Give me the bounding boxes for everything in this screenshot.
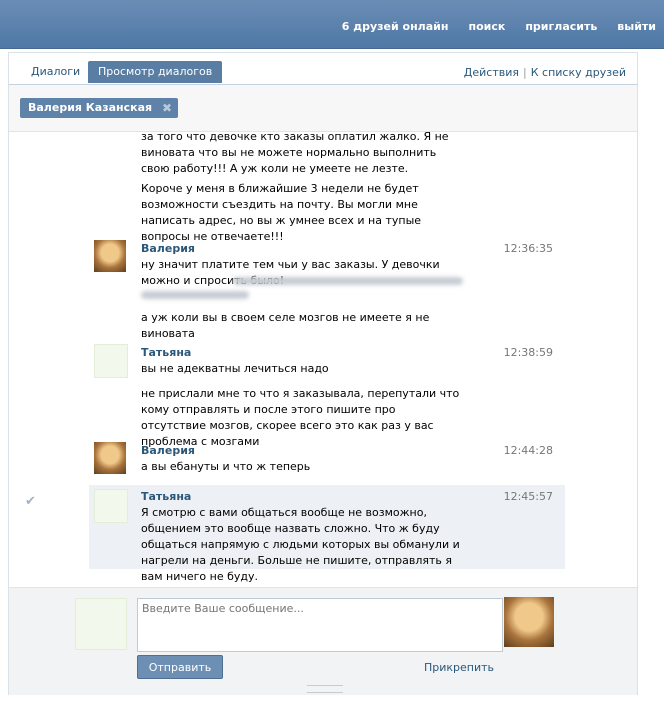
message-text: за того что девочке кто заказы оплатил ж… [141,132,449,175]
tab-dialogs[interactable]: Диалоги [21,61,90,83]
message-text: Короче у меня в ближайшие 3 недели не бу… [141,182,422,243]
message-input[interactable] [137,598,503,652]
participant-chip[interactable]: Валерия Казанская ✖ [20,98,179,118]
my-avatar[interactable] [75,598,127,650]
actions-link[interactable]: Действия [464,66,519,79]
resize-handle[interactable] [307,685,343,693]
message-history: за того что девочке кто заказы оплатил ж… [9,132,637,587]
participants-bar: Валерия Казанская ✖ [9,85,637,132]
message-time: 12:36:35 [503,242,553,255]
message-item-selected[interactable]: Татьяна 12:45:57 Я смотрю с вами общатьс… [89,485,565,583]
friends-list-link[interactable]: К списку друзей [531,66,626,79]
participant-name: Валерия Казанская [28,101,153,114]
composer: Отправить Прикрепить [9,587,637,695]
message-time: 12:38:59 [503,346,553,359]
message-text: вы не адекватны лечиться надо [141,362,329,375]
avatar-artwork [76,599,126,602]
message-text: не прислали мне то что я заказывала, пер… [141,387,460,448]
message-item: Валерия 12:44:28 а вы ебануты и что ж те… [89,442,565,489]
avatar[interactable] [94,240,126,272]
tab-view-dialogs[interactable]: Просмотр диалогов [88,61,223,83]
top-navigation: 6 друзей онлайн поиск пригласить выйти [342,20,656,33]
message-text: Я смотрю с вами общаться вообще не возмо… [141,506,460,583]
dialog-panel: Диалоги Просмотр диалогов Действия | К спи… [8,52,638,695]
redacted-text [233,277,463,285]
search-link[interactable]: поиск [468,20,505,33]
sender-name[interactable]: Валерия [141,242,195,255]
recipient-avatar[interactable] [504,597,554,647]
avatar-artwork [95,490,127,493]
sender-name[interactable]: Татьяна [141,490,191,503]
message-text: а вы ебануты и что ж теперь [141,460,311,473]
sender-name[interactable]: Валерия [141,444,195,457]
message-text: а уж коли вы в своем селе мозгов не имее… [141,311,430,340]
invite-link[interactable]: пригласить [525,20,597,33]
close-icon[interactable]: ✖ [162,98,172,118]
send-button[interactable]: Отправить [137,655,223,679]
avatar-artwork [95,345,127,348]
message-item: Валерия 12:36:35 ну значит платите тем ч… [89,240,565,340]
message-item: Татьяна 12:38:59 вы не адекватны лечитьс… [89,344,565,448]
sender-name[interactable]: Татьяна [141,346,191,359]
logout-link[interactable]: выйти [617,20,656,33]
avatar[interactable] [94,489,128,523]
message-time: 12:44:28 [503,444,553,457]
friends-online-link[interactable]: 6 друзей онлайн [342,20,449,33]
check-icon[interactable]: ✔ [25,494,36,509]
tabs-bar: Диалоги Просмотр диалогов Действия | К спи… [9,53,637,85]
message-time: 12:45:57 [503,490,553,503]
attach-link[interactable]: Прикрепить [424,661,494,674]
redacted-text [141,291,249,299]
avatar[interactable] [94,344,128,378]
top-bar: 6 друзей онлайн поиск пригласить выйти [0,0,664,49]
avatar[interactable] [94,442,126,474]
links-separator: | [523,66,527,79]
message-item: за того что девочке кто заказы оплатил ж… [89,132,565,243]
top-links: Действия | К списку друзей [464,66,626,79]
